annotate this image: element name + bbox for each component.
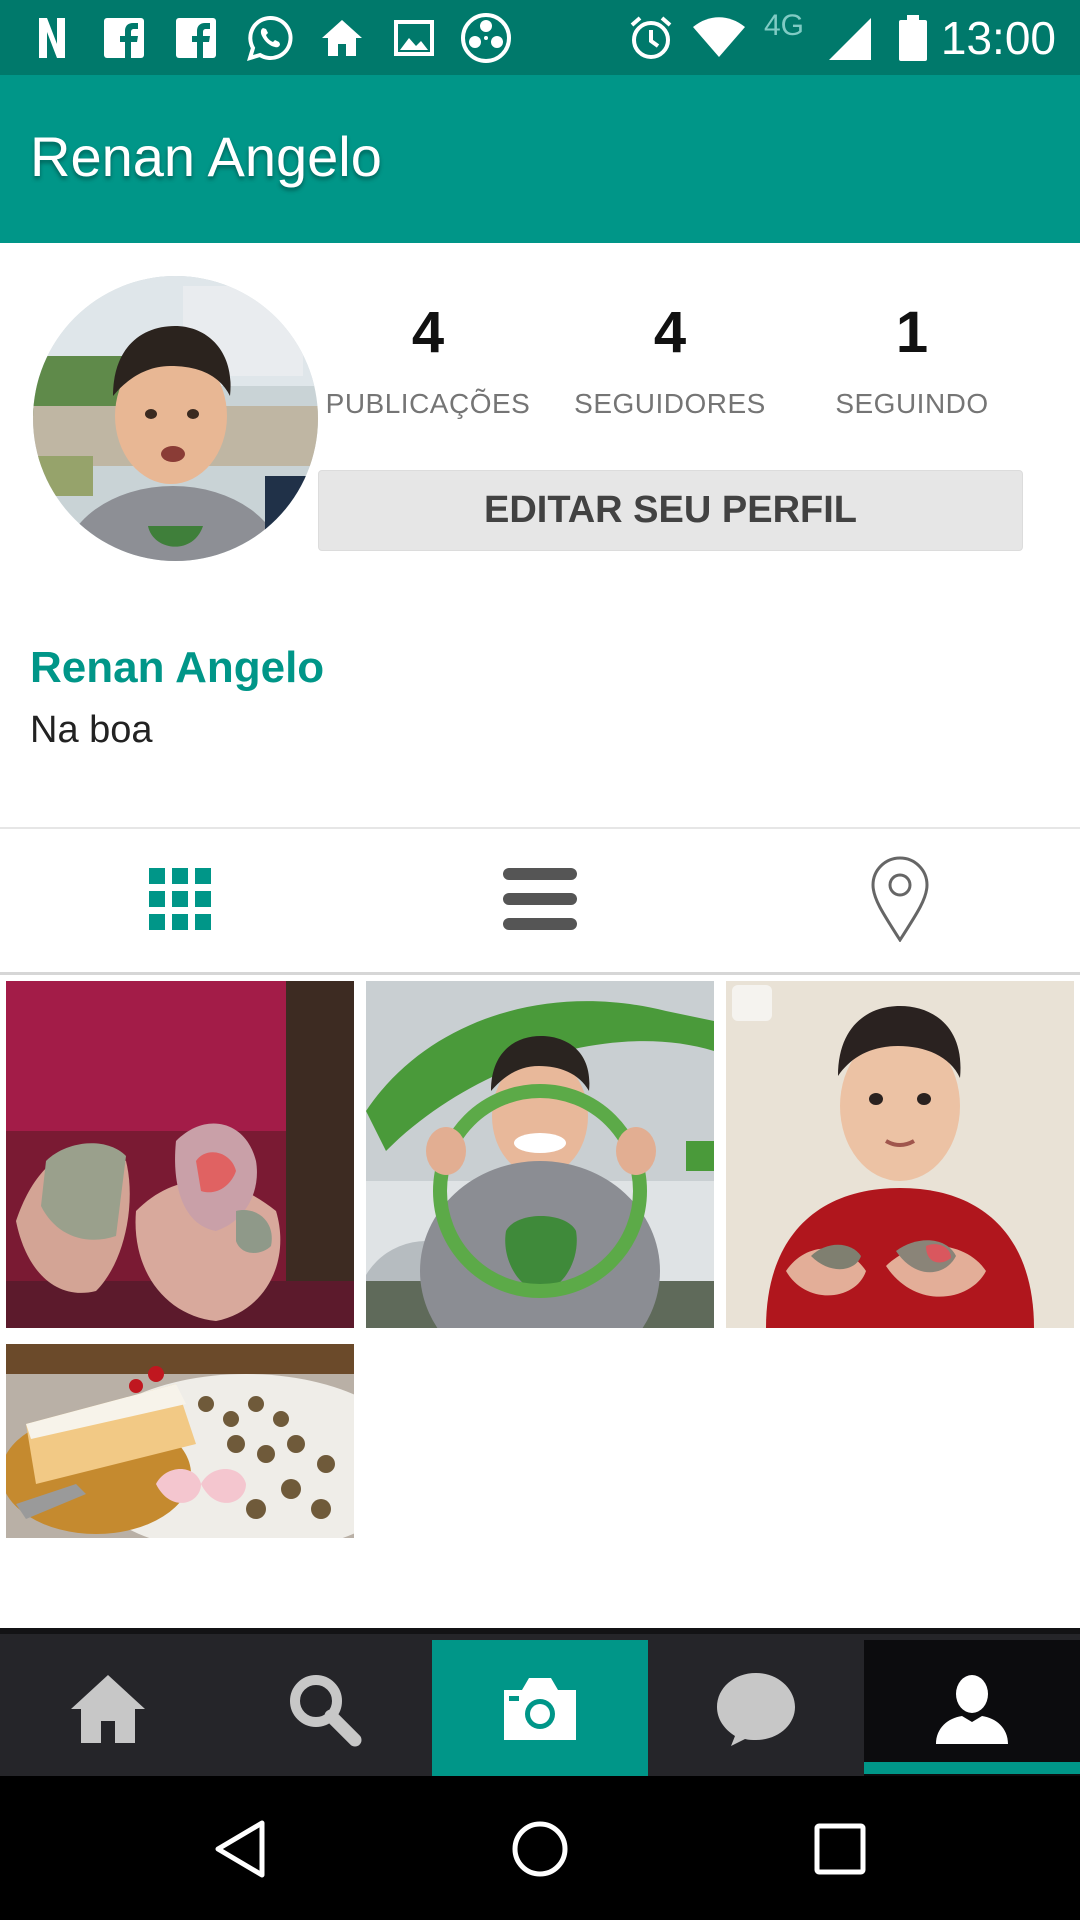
grid-icon	[149, 867, 211, 935]
stat-followers-label: SEGUIDORES	[574, 388, 766, 419]
active-tab-indicator	[864, 1762, 1080, 1774]
tab-map-view[interactable]	[720, 830, 1080, 972]
home-icon	[69, 1673, 147, 1750]
bottom-navigation	[0, 1628, 1080, 1782]
stat-followers-count: 4	[653, 300, 687, 365]
search-icon	[286, 1671, 362, 1752]
chat-bubble-icon	[715, 1671, 797, 1752]
nav-search[interactable]	[216, 1640, 432, 1782]
stat-followers[interactable]: 4 SEGUIDORES	[540, 300, 800, 420]
location-pin-icon	[870, 856, 930, 947]
nav-messages[interactable]	[648, 1640, 864, 1782]
film-reel-icon	[458, 13, 514, 63]
stat-following[interactable]: 1 SEGUINDO	[782, 300, 1042, 420]
battery-icon	[896, 14, 930, 62]
tab-grid-view[interactable]	[0, 830, 360, 972]
stat-following-count: 1	[895, 300, 929, 365]
network-type-label: 4G	[764, 9, 805, 42]
camera-icon	[500, 1676, 580, 1747]
divider	[0, 972, 1080, 975]
stat-posts-count: 4	[411, 300, 445, 365]
list-icon	[503, 867, 577, 935]
nav-profile[interactable]	[864, 1640, 1080, 1782]
stat-posts[interactable]: 4 PUBLICAÇÕES	[298, 300, 558, 420]
system-navigation-bar	[0, 1776, 1080, 1920]
app-bar-title: Renan Angelo	[30, 125, 382, 188]
photo-thumbnail-birthday-cake[interactable]	[6, 1344, 354, 1538]
profile-name: Renan Angelo	[30, 643, 325, 692]
stat-posts-label: PUBLICAÇÕES	[325, 388, 531, 419]
app-bar: Renan Angelo	[0, 75, 1080, 243]
alarm-icon	[628, 14, 674, 62]
person-icon	[934, 1674, 1010, 1749]
facebook-icon	[102, 14, 146, 62]
home-icon	[318, 14, 366, 62]
stat-following-label: SEGUINDO	[835, 388, 989, 419]
signal-icon	[826, 14, 874, 62]
recents-icon[interactable]	[790, 1804, 890, 1894]
profile-bio: Na boa	[30, 709, 153, 751]
photo-thumbnail-red-shirt-clay[interactable]	[726, 981, 1074, 1328]
image-icon	[392, 14, 436, 62]
divider	[0, 827, 1080, 829]
wifi-icon	[690, 14, 748, 62]
clock-time: 13:00	[940, 12, 1056, 64]
photo-thumbnail-playground-ring[interactable]	[366, 981, 714, 1328]
home-circle-icon[interactable]	[490, 1804, 590, 1894]
nav-camera[interactable]	[432, 1640, 648, 1782]
profile-avatar[interactable]	[33, 276, 318, 561]
back-icon[interactable]	[190, 1804, 290, 1894]
status-bar: 4G 13:00	[0, 0, 1080, 75]
edit-profile-button[interactable]: EDITAR SEU PERFIL	[318, 470, 1023, 551]
photo-thumbnail-hands-clay[interactable]	[6, 981, 354, 1328]
tab-list-view[interactable]	[360, 830, 720, 972]
whatsapp-icon	[244, 14, 296, 62]
facebook-icon	[174, 14, 218, 62]
netflix-n-icon	[30, 14, 74, 62]
nav-home[interactable]	[0, 1640, 216, 1782]
